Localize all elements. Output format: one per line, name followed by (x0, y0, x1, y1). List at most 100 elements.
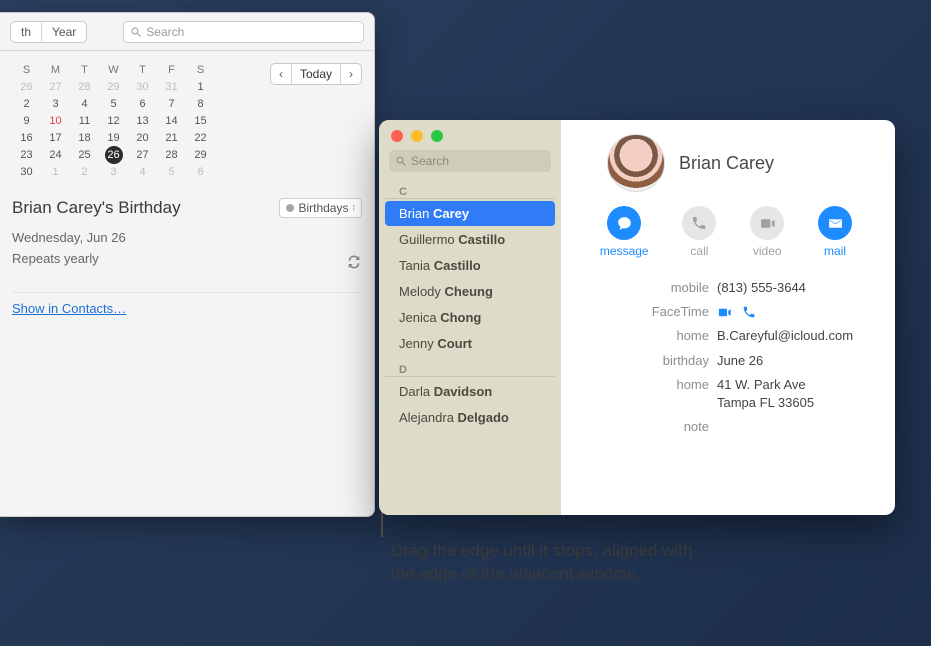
mini-day[interactable]: 26 (99, 146, 128, 163)
mini-dow: S (12, 61, 41, 78)
list-item[interactable]: Alejandra Delgado (385, 405, 555, 430)
message-button[interactable]: message (600, 206, 649, 258)
calendar-toolbar: th Year Search (0, 13, 374, 51)
calendar-body: SMTWTFS262728293031123456789101112131415… (0, 51, 374, 328)
mini-day[interactable]: 27 (128, 146, 157, 163)
next-button[interactable]: › (341, 64, 361, 84)
mini-day[interactable]: 10 (41, 112, 70, 129)
detail-value[interactable]: (813) 555-3644 (717, 279, 875, 297)
mini-day[interactable]: 16 (12, 129, 41, 146)
mini-dow: M (41, 61, 70, 78)
phone-icon[interactable] (742, 305, 756, 319)
mini-day[interactable]: 2 (70, 163, 99, 180)
mini-day[interactable]: 6 (186, 163, 215, 180)
contacts-list[interactable]: CBrian CareyGuillermo CastilloTania Cast… (379, 178, 561, 515)
mini-day[interactable]: 9 (12, 112, 41, 129)
list-item[interactable]: Melody Cheung (385, 279, 555, 304)
detail-key: FaceTime (577, 303, 709, 321)
date-nav: ‹ Today › (270, 63, 362, 85)
detail-value[interactable]: 41 W. Park Ave Tampa FL 33605 (717, 376, 875, 412)
detail-value[interactable]: June 26 (717, 352, 875, 370)
list-item[interactable]: Jenica Chong (385, 305, 555, 330)
mini-day[interactable]: 30 (128, 78, 157, 95)
list-item[interactable]: Brian Carey (385, 201, 555, 226)
mini-day[interactable]: 15 (186, 112, 215, 129)
avatar[interactable] (607, 134, 665, 192)
detail-value[interactable] (717, 303, 875, 321)
calendar-search[interactable]: Search (123, 21, 364, 43)
mini-day[interactable]: 29 (99, 78, 128, 95)
detail-value[interactable]: B.Careyful@icloud.com (717, 327, 875, 345)
minimize-icon[interactable] (411, 130, 423, 142)
mini-day[interactable]: 14 (157, 112, 186, 129)
mini-day[interactable]: 31 (157, 78, 186, 95)
mini-day[interactable]: 4 (128, 163, 157, 180)
calendar-window: th Year Search SMTWTFS262728293031123456… (0, 12, 375, 517)
video-button[interactable]: video (750, 206, 784, 258)
mini-day[interactable]: 17 (41, 129, 70, 146)
mini-day[interactable]: 23 (12, 146, 41, 163)
contacts-search-placeholder: Search (411, 154, 449, 168)
chevron-updown-icon: ⁞ (352, 203, 355, 213)
detail-key: birthday (577, 352, 709, 370)
detail-row: mobile (813) 555-3644 (577, 276, 875, 300)
today-button[interactable]: Today (292, 64, 341, 84)
zoom-icon[interactable] (431, 130, 443, 142)
video-icon (750, 206, 784, 240)
mini-day[interactable]: 28 (157, 146, 186, 163)
event-repeat: Repeats yearly (12, 249, 126, 270)
mini-calendar[interactable]: SMTWTFS262728293031123456789101112131415… (12, 61, 216, 180)
mini-day[interactable]: 21 (157, 129, 186, 146)
segment-th[interactable]: th (11, 22, 42, 42)
event-date: Wednesday, Jun 26 (12, 228, 126, 249)
show-in-contacts-link[interactable]: Show in Contacts… (12, 301, 126, 316)
mini-day[interactable]: 26 (12, 78, 41, 95)
close-icon[interactable] (391, 130, 403, 142)
mini-day[interactable]: 5 (99, 95, 128, 112)
mini-day[interactable]: 3 (99, 163, 128, 180)
call-button[interactable]: call (682, 206, 716, 258)
mini-day[interactable]: 4 (70, 95, 99, 112)
mini-day[interactable]: 12 (99, 112, 128, 129)
mini-day[interactable]: 11 (70, 112, 99, 129)
mini-day[interactable]: 1 (186, 78, 215, 95)
mini-day[interactable]: 25 (70, 146, 99, 163)
mini-day[interactable]: 8 (186, 95, 215, 112)
mini-day[interactable]: 18 (70, 129, 99, 146)
mini-dow: T (70, 61, 99, 78)
mini-day[interactable]: 19 (99, 129, 128, 146)
contacts-search[interactable]: Search (389, 150, 551, 172)
detail-key: mobile (577, 279, 709, 297)
video-icon[interactable] (717, 305, 732, 320)
mini-dow: W (99, 61, 128, 78)
mini-day[interactable]: 20 (128, 129, 157, 146)
mini-day[interactable]: 1 (41, 163, 70, 180)
prev-button[interactable]: ‹ (271, 64, 292, 84)
list-item[interactable]: Darla Davidson (385, 379, 555, 404)
mini-day[interactable]: 3 (41, 95, 70, 112)
mini-day[interactable]: 6 (128, 95, 157, 112)
mail-button[interactable]: mail (818, 206, 852, 258)
mini-day[interactable]: 24 (41, 146, 70, 163)
calendar-picker[interactable]: Birthdays ⁞ (279, 198, 362, 218)
mini-day[interactable]: 27 (41, 78, 70, 95)
mini-day[interactable]: 7 (157, 95, 186, 112)
list-item[interactable]: Guillermo Castillo (385, 227, 555, 252)
view-segment[interactable]: th Year (10, 21, 87, 43)
list-item[interactable]: Tania Castillo (385, 253, 555, 278)
detail-value[interactable] (717, 418, 875, 436)
mini-dow: F (157, 61, 186, 78)
mail-label: mail (824, 244, 846, 258)
mini-day[interactable]: 28 (70, 78, 99, 95)
list-item[interactable]: Jenny Court (385, 331, 555, 356)
mini-day[interactable]: 5 (157, 163, 186, 180)
mini-day[interactable]: 22 (186, 129, 215, 146)
segment-year[interactable]: Year (42, 22, 86, 42)
mini-day[interactable]: 30 (12, 163, 41, 180)
mini-day[interactable]: 2 (12, 95, 41, 112)
mini-day[interactable]: 29 (186, 146, 215, 163)
mini-day[interactable]: 13 (128, 112, 157, 129)
mini-dow: T (128, 61, 157, 78)
event-detail: Brian Carey's Birthday Birthdays ⁞ Wedne… (12, 198, 362, 316)
video-label: video (753, 244, 782, 258)
